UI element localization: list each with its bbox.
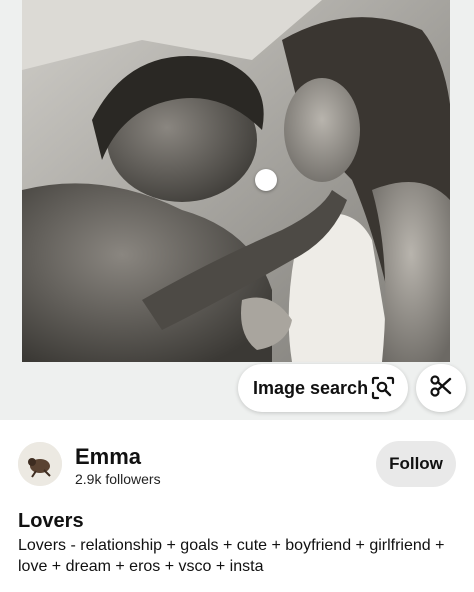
avatar[interactable] xyxy=(18,442,62,486)
creator-row: Emma 2.9k followers Follow xyxy=(0,432,474,500)
image-search-button[interactable]: Image search xyxy=(238,364,408,412)
creator-name[interactable]: Emma xyxy=(75,444,141,470)
pin-title: Lovers xyxy=(18,510,84,532)
crop-handle-dot[interactable] xyxy=(255,169,277,191)
follow-button[interactable]: Follow xyxy=(376,441,456,487)
pin-description: Lovers - relationship + goals + cute + b… xyxy=(18,537,445,575)
pin-image-area[interactable]: Image search xyxy=(0,0,474,420)
visual-search-icon xyxy=(371,376,395,400)
scissors-icon xyxy=(429,374,453,403)
follower-count: 2.9k followers xyxy=(75,471,161,487)
scissors-button[interactable] xyxy=(416,364,466,412)
photo-illustration xyxy=(22,0,450,362)
pin-photo[interactable] xyxy=(22,0,450,362)
image-search-label: Image search xyxy=(253,377,369,398)
